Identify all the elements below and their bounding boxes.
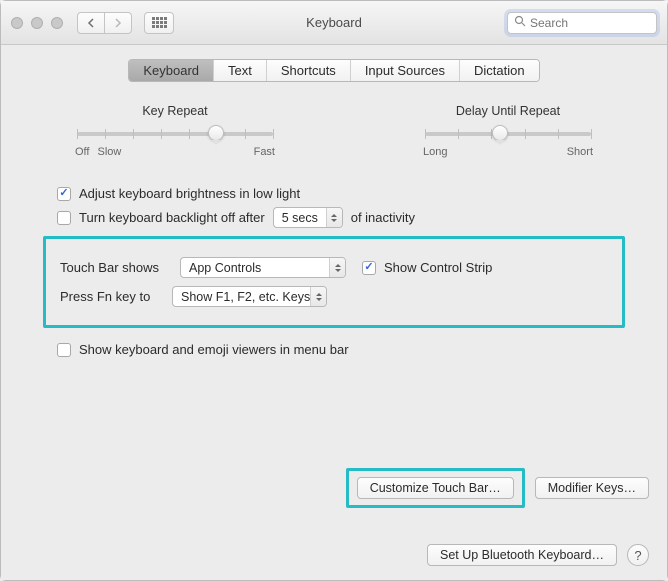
fn-key-select[interactable]: Show F1, F2, etc. Keys xyxy=(172,286,327,307)
delay-short: Short xyxy=(567,146,593,158)
adjust-brightness-label: Adjust keyboard brightness in low light xyxy=(79,186,300,201)
key-repeat-label: Key Repeat xyxy=(75,104,275,118)
backlight-off-checkbox[interactable] xyxy=(57,211,71,225)
backlight-off-select[interactable]: 5 secs xyxy=(273,207,343,228)
show-all-button[interactable] xyxy=(144,12,174,34)
touchbar-shows-value: App Controls xyxy=(189,261,261,275)
stepper-icon xyxy=(310,287,326,306)
tab-text[interactable]: Text xyxy=(214,60,267,81)
delay-long: Long xyxy=(423,146,447,158)
back-button[interactable] xyxy=(77,12,105,34)
backlight-off-row: Turn keyboard backlight off after 5 secs… xyxy=(57,207,611,228)
backlight-off-value: 5 secs xyxy=(282,211,318,225)
tab-keyboard[interactable]: Keyboard xyxy=(129,60,214,81)
window-controls xyxy=(11,17,63,29)
help-button[interactable]: ? xyxy=(627,544,649,566)
show-viewers-checkbox[interactable] xyxy=(57,343,71,357)
tab-bar: Keyboard Text Shortcuts Input Sources Di… xyxy=(57,59,611,82)
key-repeat-slow: Slow xyxy=(97,146,121,158)
tab-dictation[interactable]: Dictation xyxy=(460,60,539,81)
key-repeat-slider: Key Repeat Off Slow Fast xyxy=(75,104,275,158)
show-control-strip-label: Show Control Strip xyxy=(384,260,492,275)
search-icon xyxy=(514,15,526,30)
customize-touchbar-button[interactable]: Customize Touch Bar… xyxy=(357,477,514,499)
show-viewers-label: Show keyboard and emoji viewers in menu … xyxy=(79,342,349,357)
sliders-section: Key Repeat Off Slow Fast Delay xyxy=(75,104,593,158)
grid-icon xyxy=(152,17,167,28)
stepper-icon xyxy=(329,258,345,277)
fn-key-value: Show F1, F2, etc. Keys xyxy=(181,290,310,304)
search-field[interactable] xyxy=(507,12,657,34)
forward-button[interactable] xyxy=(104,12,132,34)
pane-body: Keyboard Text Shortcuts Input Sources Di… xyxy=(1,45,667,580)
fn-key-label: Press Fn key to xyxy=(60,289,164,304)
footer: Set Up Bluetooth Keyboard… ? xyxy=(427,544,649,566)
stepper-icon xyxy=(326,208,342,227)
bottom-buttons: Customize Touch Bar… Modifier Keys… xyxy=(346,468,649,508)
key-repeat-thumb[interactable] xyxy=(208,125,224,141)
titlebar: Keyboard xyxy=(1,1,667,45)
bluetooth-keyboard-button[interactable]: Set Up Bluetooth Keyboard… xyxy=(427,544,617,566)
nav-buttons xyxy=(77,12,132,34)
touchbar-shows-select[interactable]: App Controls xyxy=(180,257,346,278)
delay-label: Delay Until Repeat xyxy=(423,104,593,118)
minimize-button[interactable] xyxy=(31,17,43,29)
backlight-off-prefix: Turn keyboard backlight off after xyxy=(79,210,265,225)
tab-shortcuts[interactable]: Shortcuts xyxy=(267,60,351,81)
delay-track[interactable] xyxy=(425,132,591,136)
adjust-brightness-row: Adjust keyboard brightness in low light xyxy=(57,186,611,201)
show-control-strip-checkbox[interactable] xyxy=(362,261,376,275)
keyboard-prefs-window: Keyboard Keyboard Text Shortcuts Input S… xyxy=(0,0,668,581)
key-repeat-off: Off xyxy=(75,146,89,158)
modifier-keys-button[interactable]: Modifier Keys… xyxy=(535,477,649,499)
touchbar-shows-label: Touch Bar shows xyxy=(60,260,172,275)
delay-slider: Delay Until Repeat Long Short xyxy=(423,104,593,158)
adjust-brightness-checkbox[interactable] xyxy=(57,187,71,201)
customize-highlight: Customize Touch Bar… xyxy=(346,468,525,508)
delay-thumb[interactable] xyxy=(492,125,508,141)
backlight-off-suffix: of inactivity xyxy=(351,210,415,225)
touchbar-highlight: Touch Bar shows App Controls Show Contro… xyxy=(43,236,625,328)
close-button[interactable] xyxy=(11,17,23,29)
key-repeat-fast: Fast xyxy=(254,146,275,158)
tab-input-sources[interactable]: Input Sources xyxy=(351,60,460,81)
zoom-button[interactable] xyxy=(51,17,63,29)
search-input[interactable] xyxy=(530,16,650,30)
key-repeat-track[interactable] xyxy=(77,132,273,136)
show-viewers-row: Show keyboard and emoji viewers in menu … xyxy=(57,342,611,357)
